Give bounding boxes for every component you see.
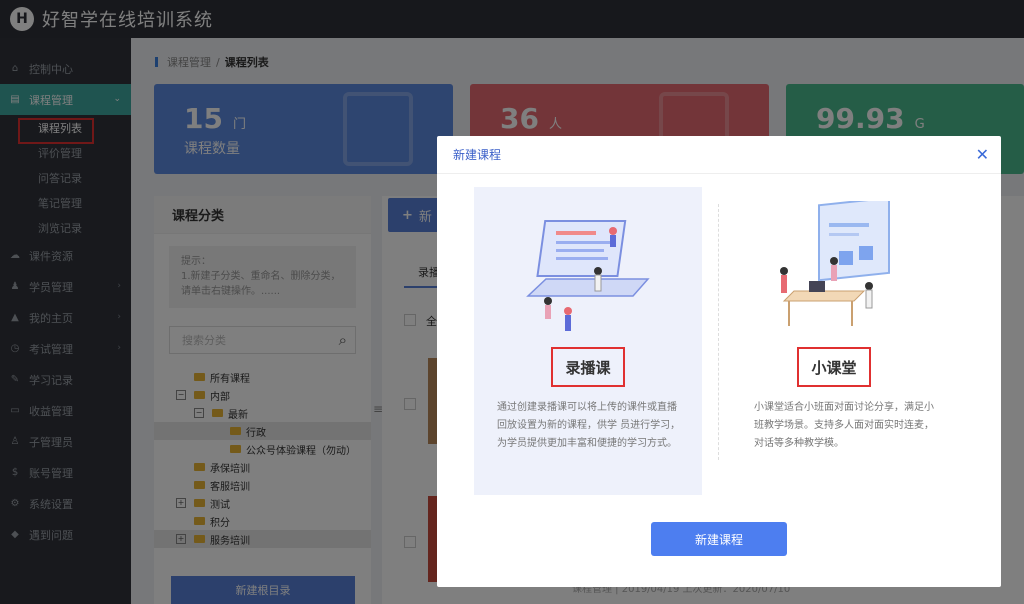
option-recorded-course[interactable]: 录播课 通过创建录播课可以将上传的课件或直播回放设置为新的课程，供学 员进行学习… [474,187,702,495]
modal-title: 新建课程 [453,148,502,162]
option-description: 通过创建录播课可以将上传的课件或直播回放设置为新的课程，供学 员进行学习，为学员… [497,402,681,449]
create-course-button[interactable]: 新建课程 [651,522,787,556]
divider [718,204,719,460]
option-title: 录播课 [551,347,625,387]
option-title: 小课堂 [797,347,871,387]
classroom-illustration [780,201,890,326]
modal-header: 新建课程 ✕ [437,136,1001,174]
close-icon[interactable]: ✕ [976,145,989,164]
new-course-modal: 新建课程 ✕ 录播课 通过创建录播课可以将上传的课件或直播回放设置为新的课程，供… [437,136,1001,587]
option-small-class[interactable]: 小课堂 小课堂适合小班面对面讨论分享，满足小班教学场景。支持多人面对面实时连麦，… [720,187,948,495]
option-description: 小课堂适合小班面对面讨论分享，满足小班教学场景。支持多人面对面实时连麦，对话等多… [754,402,934,449]
laptop-illustration [526,220,650,331]
